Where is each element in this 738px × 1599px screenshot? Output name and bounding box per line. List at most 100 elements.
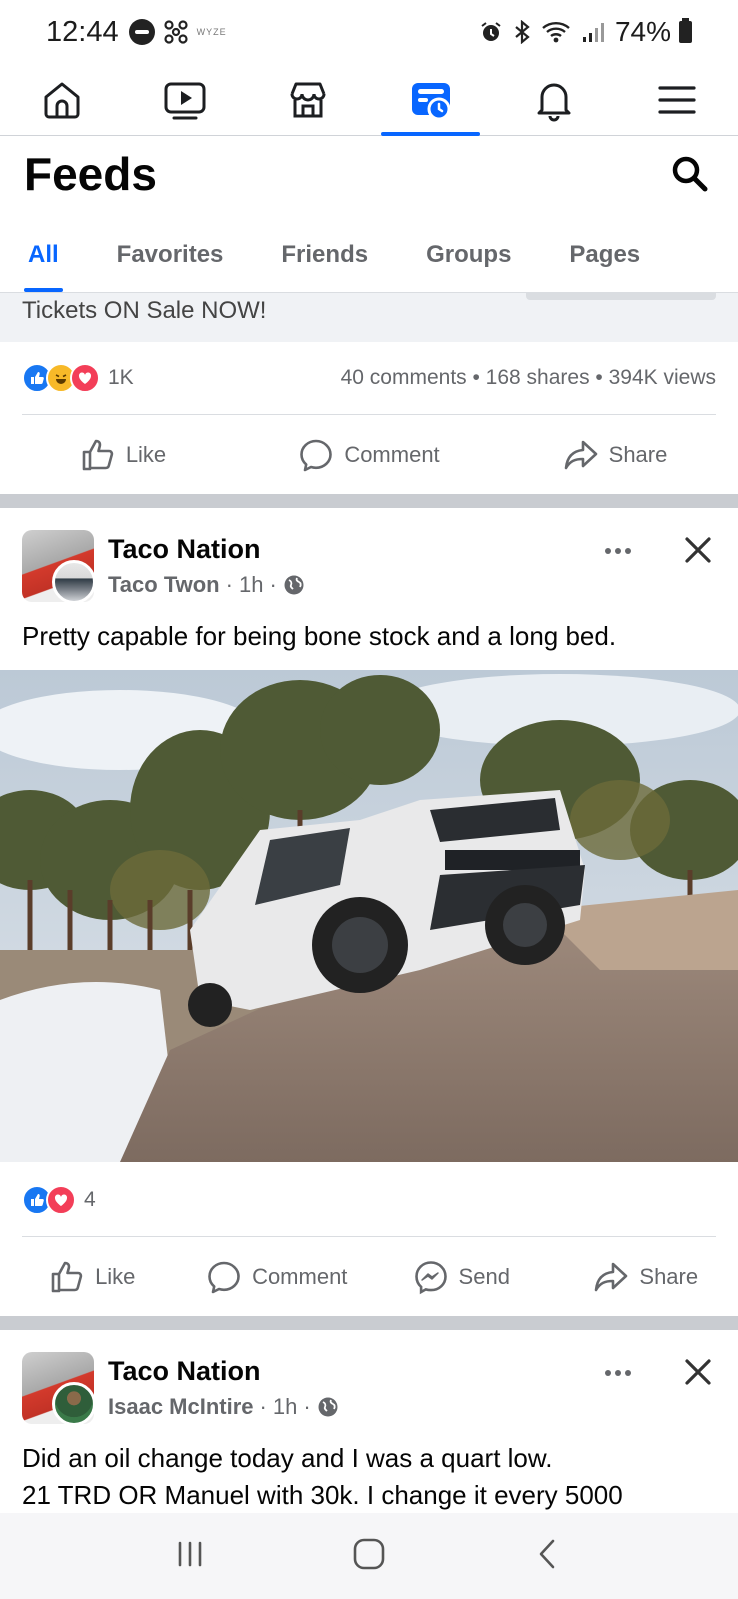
page-title: Feeds: [24, 148, 157, 200]
do-not-disturb-icon: [128, 19, 155, 45]
feeds-header: Feeds: [0, 138, 738, 210]
reaction-summary[interactable]: 4: [22, 1180, 716, 1220]
back-icon: [540, 1539, 555, 1568]
nav-notifications[interactable]: [492, 64, 615, 135]
nav-home[interactable]: [0, 64, 123, 135]
post-photo[interactable]: [0, 670, 738, 1162]
status-bar: 12:44 WYZE 74%: [0, 0, 738, 64]
nav-feeds[interactable]: [369, 64, 492, 136]
notifications-icon: [537, 83, 570, 121]
globe-icon: [318, 1397, 338, 1417]
post-text: Pretty capable for being bone stock and …: [22, 621, 617, 651]
post-separator: [0, 1316, 738, 1330]
more-options-button[interactable]: [598, 536, 638, 566]
menu-icon: [657, 85, 696, 114]
share-label: Share: [639, 1264, 699, 1289]
post-text-line: 21 TRD OR Manuel with 30k. I change it e…: [22, 1480, 623, 1510]
bluetooth-icon: [515, 20, 530, 44]
love-reaction-icon: [46, 1185, 76, 1215]
hide-post-button[interactable]: [678, 530, 718, 570]
tab-all[interactable]: All: [24, 218, 63, 292]
wyze-label: WYZE: [196, 27, 227, 37]
tab-favorites[interactable]: Favorites: [117, 218, 224, 292]
like-button[interactable]: Like: [0, 1259, 185, 1295]
recent-apps-button[interactable]: [173, 1537, 207, 1576]
close-icon: [685, 1359, 711, 1385]
marketplace-icon: [290, 82, 325, 117]
link-caption-text: Tickets ON Sale NOW!: [22, 297, 267, 324]
author-name[interactable]: Isaac McIntire: [108, 1394, 254, 1420]
video-icon: [164, 82, 205, 119]
link-preview-caption[interactable]: Tickets ON Sale NOW!: [0, 292, 738, 342]
share-button[interactable]: Share: [492, 437, 738, 473]
like-label: Like: [95, 1264, 136, 1289]
send-button[interactable]: Send: [369, 1259, 554, 1295]
comment-label: Comment: [344, 442, 440, 467]
like-label: Like: [125, 442, 167, 467]
messenger-icon: [414, 1261, 447, 1295]
post-meta: Isaac McIntire · 1h ·: [108, 1394, 339, 1420]
group-name[interactable]: Taco Nation: [108, 1356, 261, 1387]
battery-icon: [679, 18, 692, 43]
fan-icon: [163, 20, 188, 44]
like-icon: [82, 439, 114, 471]
comment-icon: [208, 1261, 240, 1294]
tab-groups[interactable]: Groups: [426, 218, 511, 292]
more-options-button[interactable]: [598, 1358, 638, 1388]
post-time[interactable]: 1h: [239, 572, 263, 598]
author-name[interactable]: Taco Twon: [108, 572, 220, 598]
alarm-icon: [481, 22, 501, 41]
tab-pages[interactable]: Pages: [569, 218, 640, 292]
home-icon: [44, 82, 79, 118]
status-time: 12:44: [46, 15, 119, 48]
comment-button[interactable]: Comment: [246, 437, 492, 473]
divider: [22, 1236, 716, 1237]
post-text-line: Did an oil change today and I was a quar…: [22, 1443, 553, 1473]
divider: [22, 414, 716, 415]
post-header: Taco Nation Taco Twon · 1h ·: [0, 530, 738, 610]
close-icon: [685, 537, 711, 563]
share-button[interactable]: Share: [554, 1259, 738, 1295]
search-icon: [672, 156, 708, 192]
home-square-icon: [353, 1538, 385, 1569]
meta-separator: ·: [225, 572, 233, 597]
reaction-count: 1K: [108, 366, 134, 389]
reaction-summary[interactable]: 1K 40 comments • 168 shares • 394K views: [22, 358, 716, 398]
recent-apps-icon: [178, 1541, 201, 1566]
post-text: Did an oil change today and I was a quar…: [22, 1440, 716, 1514]
share-icon: [564, 440, 597, 470]
nav-menu[interactable]: [615, 64, 738, 135]
post-actions: Like Comment Send Share: [0, 1242, 738, 1312]
user-avatar[interactable]: [52, 1382, 96, 1426]
user-avatar[interactable]: [52, 560, 96, 604]
nav-video[interactable]: [123, 64, 246, 135]
share-label: Share: [608, 442, 668, 467]
comment-label: Comment: [252, 1264, 348, 1289]
post-actions: Like Comment Share: [0, 420, 738, 490]
truck-photo: [0, 670, 738, 1162]
system-nav-bar: [0, 1513, 738, 1599]
post-separator: [0, 494, 738, 508]
group-name[interactable]: Taco Nation: [108, 534, 261, 565]
meta-separator: ·: [269, 572, 277, 597]
comment-icon: [300, 439, 333, 472]
post-header: Taco Nation Isaac McIntire · 1h ·: [0, 1352, 738, 1432]
home-system-button[interactable]: [352, 1537, 386, 1576]
meta-separator: ·: [259, 1394, 267, 1419]
hide-post-button[interactable]: [678, 1352, 718, 1392]
tab-friends[interactable]: Friends: [281, 218, 368, 292]
back-button[interactable]: [531, 1537, 565, 1576]
comment-button[interactable]: Comment: [185, 1259, 370, 1295]
feeds-icon: [411, 82, 450, 120]
like-icon: [51, 1261, 83, 1293]
battery-level: 74%: [614, 16, 671, 47]
search-button[interactable]: [666, 150, 714, 198]
top-nav: [0, 64, 738, 136]
reaction-count: 4: [84, 1188, 96, 1211]
nav-marketplace[interactable]: [246, 64, 369, 135]
post-time[interactable]: 1h: [273, 1394, 297, 1420]
like-button[interactable]: Like: [0, 437, 246, 473]
post-stats[interactable]: 40 comments • 168 shares • 394K views: [341, 366, 716, 390]
post-meta: Taco Twon · 1h ·: [108, 572, 305, 598]
share-icon: [595, 1262, 628, 1292]
